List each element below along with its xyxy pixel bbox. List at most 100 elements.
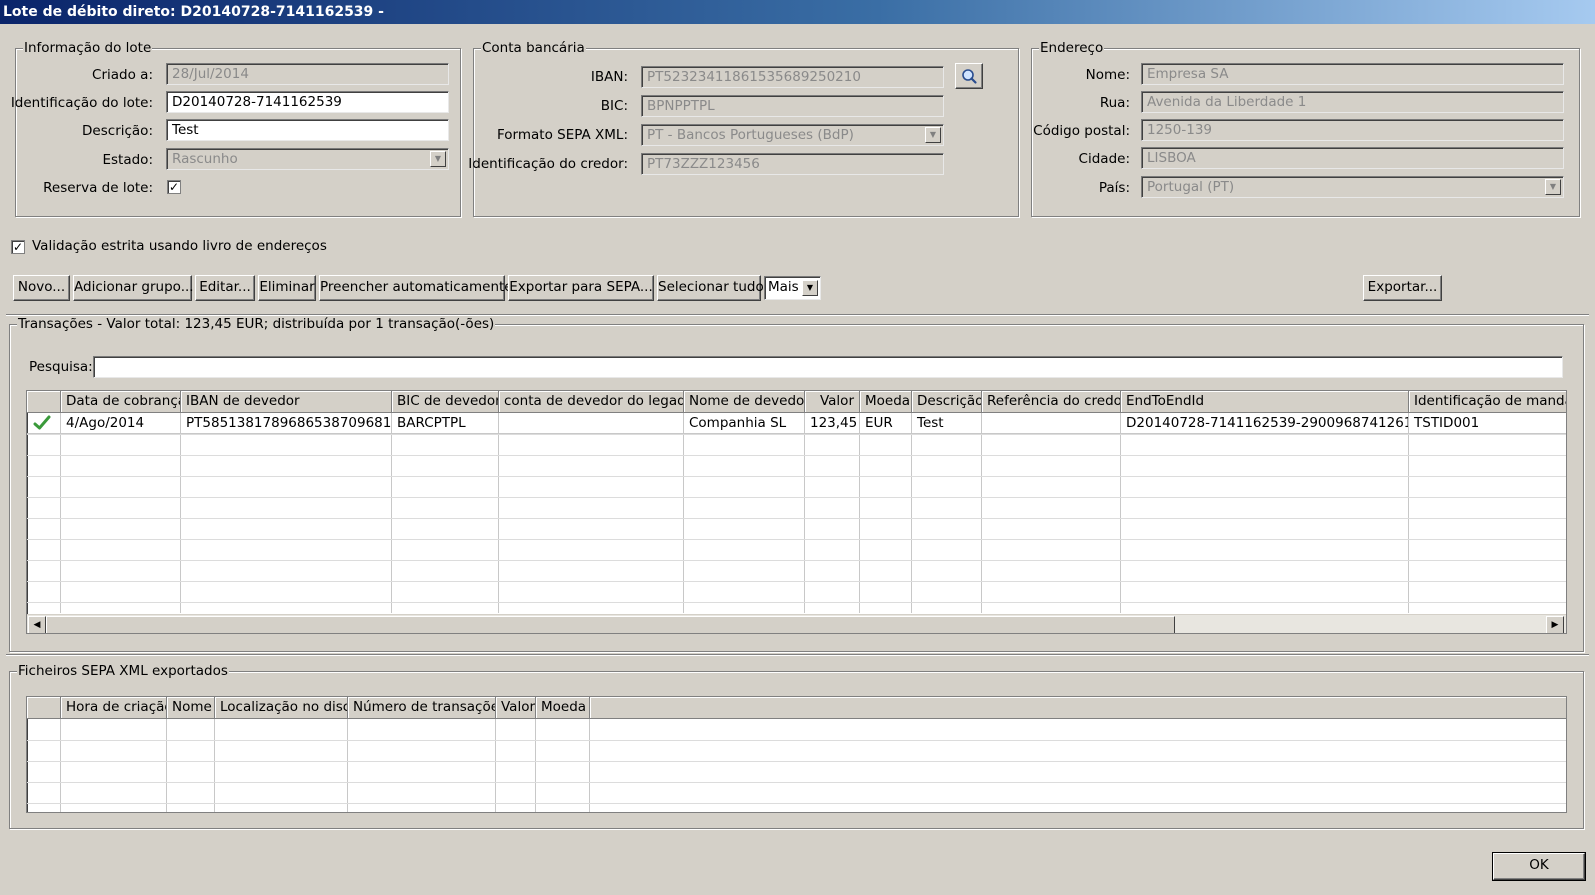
col-header-currency[interactable]: Moeda <box>536 697 590 719</box>
col-header-name[interactable]: Nome de devedor <box>684 391 805 413</box>
ok-button[interactable]: OK <box>1492 852 1586 881</box>
col-header-description[interactable]: Descrição <box>912 391 982 413</box>
grid-line <box>684 413 805 613</box>
postal-code-field: 1250-139 <box>1141 119 1564 141</box>
add-group-button[interactable]: Adicionar grupo... <box>73 275 194 301</box>
separator <box>6 654 1589 656</box>
more-combo[interactable]: Mais ▼ <box>764 276 821 300</box>
iban-label: IBAN: <box>590 69 628 85</box>
grid-line <box>912 413 982 613</box>
state-label: Estado: <box>102 152 153 168</box>
state-combo: Rascunho ▼ <box>166 148 449 170</box>
col-header-disk-location[interactable]: Localização no disco <box>215 697 348 719</box>
col-header-filler <box>590 697 1566 719</box>
grid-line <box>27 518 1566 519</box>
chevron-down-icon: ▼ <box>1545 179 1561 195</box>
col-header-creditor-ref[interactable]: Referência do credor <box>982 391 1121 413</box>
reserve-checkbox[interactable]: ✓ <box>167 180 181 194</box>
sepa-format-combo: PT - Bancos Portugueses (BdP) ▼ <box>641 124 944 146</box>
grid-line <box>167 719 215 812</box>
created-field: 28/Jul/2014 <box>166 63 449 85</box>
export-sepa-button[interactable]: Exportar para SEPA... <box>508 275 654 301</box>
sepa-format-label: Formato SEPA XML: <box>497 127 628 143</box>
created-label: Criado a: <box>92 67 153 83</box>
cell-amount: 123,45 <box>805 413 860 434</box>
col-header-iban[interactable]: IBAN de devedor <box>181 391 392 413</box>
table-row[interactable]: 4/Ago/2014 PT58513817896865387096810 BAR… <box>27 413 1566 434</box>
col-header-transaction-count[interactable]: Número de transações <box>348 697 496 719</box>
cell-currency: EUR <box>860 413 912 434</box>
col-header-endtoend[interactable]: EndToEndId <box>1121 391 1409 413</box>
bic-label: BIC: <box>600 98 628 114</box>
col-header-date[interactable]: Data de cobrança <box>61 391 181 413</box>
cell-bic: BARCPTPL <box>392 413 499 434</box>
exported-files-table[interactable]: Hora de criação Nome Localização no disc… <box>26 696 1567 813</box>
col-header-amount[interactable]: Valor <box>496 697 536 719</box>
search-label: Pesquisa: <box>29 359 93 375</box>
cell-name: Companhia SL <box>684 413 805 434</box>
col-header-status[interactable] <box>27 697 61 719</box>
more-value: Mais <box>768 279 799 295</box>
window-title: Lote de débito direto: D20140728-7141162… <box>0 0 1595 24</box>
cell-creditor-ref <box>982 413 1121 434</box>
iban-field: PT52323411861535689250210 <box>641 66 944 88</box>
strict-validation-checkbox[interactable]: ✓ <box>11 240 25 254</box>
grid-line <box>215 719 348 812</box>
street-label: Rua: <box>1099 95 1130 111</box>
grid-line <box>61 413 181 613</box>
horizontal-scrollbar[interactable]: ◀ ▶ <box>27 614 1566 633</box>
cell-description: Test <box>912 413 982 434</box>
col-header-legacy[interactable]: conta de devedor do legado <box>499 391 684 413</box>
grid-line <box>27 476 1566 477</box>
creditor-id-field: PT73ZZZ123456 <box>641 153 944 175</box>
grid-line <box>27 602 1566 603</box>
row-status-cell <box>27 413 61 434</box>
autofill-button[interactable]: Preencher automaticamente <box>319 275 513 301</box>
country-label: País: <box>1098 180 1130 196</box>
grid-line <box>27 434 1566 435</box>
col-header-mandate[interactable]: Identificação de mandat <box>1409 391 1566 413</box>
scroll-left-button[interactable]: ◀ <box>28 616 46 633</box>
col-header-amount[interactable]: Valor <box>805 391 860 413</box>
col-header-file-name[interactable]: Nome <box>167 697 215 719</box>
grid-line <box>348 719 496 812</box>
state-value: Rascunho <box>172 151 238 167</box>
select-all-button[interactable]: Selecionar tudo <box>657 275 764 301</box>
city-field: LISBOA <box>1141 147 1564 169</box>
postal-code-label: Código postal: <box>1033 123 1130 139</box>
scroll-right-button[interactable]: ▶ <box>1546 616 1564 633</box>
col-header-bic[interactable]: BIC de devedor <box>392 391 499 413</box>
bic-field: BPNPPTPL <box>641 95 944 117</box>
search-input[interactable] <box>93 356 1563 378</box>
export-button[interactable]: Exportar... <box>1363 275 1442 301</box>
grid-line <box>27 539 1566 540</box>
col-header-created-time[interactable]: Hora de criação <box>61 697 167 719</box>
search-iban-button[interactable] <box>955 63 983 89</box>
grid-line <box>982 413 1121 613</box>
batch-id-field[interactable]: D20140728-7141162539 <box>166 91 449 113</box>
grid-line <box>27 497 1566 498</box>
description-field[interactable]: Test <box>166 119 449 141</box>
cell-legacy-account <box>499 413 684 434</box>
sepa-format-value: PT - Bancos Portugueses (BdP) <box>647 127 854 143</box>
grid-line <box>499 413 684 613</box>
city-label: Cidade: <box>1078 151 1130 167</box>
transactions-table[interactable]: Data de cobrança IBAN de devedor BIC de … <box>26 390 1567 634</box>
name-field: Empresa SA <box>1141 63 1564 85</box>
edit-button[interactable]: Editar... <box>195 275 255 301</box>
search-icon <box>962 69 977 84</box>
scroll-thumb[interactable] <box>46 616 1175 633</box>
col-header-currency[interactable]: Moeda <box>860 391 912 413</box>
new-button[interactable]: Novo... <box>13 275 70 301</box>
delete-button[interactable]: Eliminar <box>258 275 316 301</box>
grid-line <box>496 719 536 812</box>
grid-line <box>27 719 61 812</box>
grid-line <box>805 413 860 613</box>
address-legend: Endereço <box>1039 40 1105 56</box>
batch-info-legend: Informação do lote <box>23 40 153 56</box>
col-header-status[interactable] <box>27 391 61 413</box>
country-value: Portugal (PT) <box>1147 179 1235 195</box>
check-icon <box>33 415 51 430</box>
bank-account-legend: Conta bancária <box>481 40 586 56</box>
grid-line <box>27 413 61 613</box>
